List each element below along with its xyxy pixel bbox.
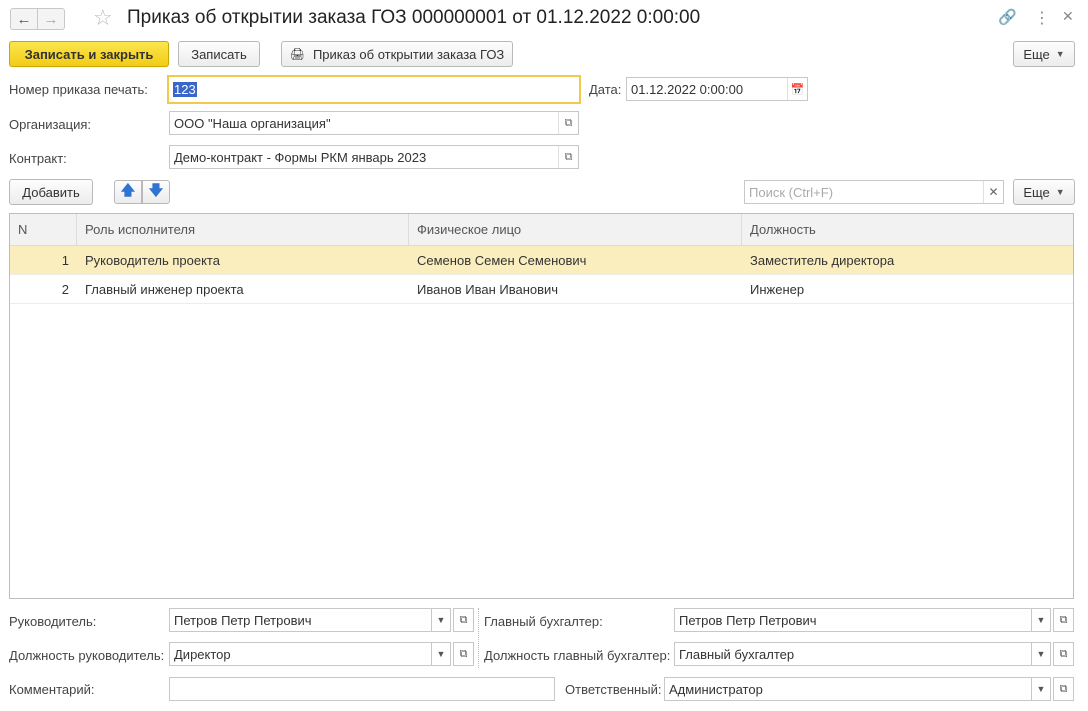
comment-label: Комментарий: (9, 682, 95, 697)
table-more-label: Еще (1023, 184, 1050, 200)
responsible-label: Ответственный: (565, 682, 662, 697)
print-order-button[interactable]: 🖨 Приказ об открытии заказа ГОЗ (281, 41, 513, 67)
open-icon: ⧉ (1059, 647, 1068, 660)
responsible-dropdown-button[interactable]: ▼ (1031, 677, 1051, 701)
arrow-down-icon: 🡇 (148, 182, 164, 198)
clear-icon[interactable]: ✕ (983, 181, 1003, 203)
head-position-dropdown-button[interactable]: ▼ (431, 642, 451, 666)
accountant-dropdown-button[interactable]: ▼ (1031, 608, 1051, 632)
more-vertical-icon[interactable]: ⋮ (1034, 8, 1050, 28)
favorite-star-icon[interactable]: ☆ (93, 6, 113, 30)
calendar-icon[interactable]: 📅 (787, 78, 807, 100)
date-input[interactable]: 01.12.2022 0:00:00 📅 (626, 77, 808, 101)
window-title: Приказ об открытии заказа ГОЗ 000000001 … (127, 7, 701, 28)
table-more-button[interactable]: Еще ▼ (1013, 179, 1075, 205)
open-icon[interactable]: ⧉ (558, 146, 578, 168)
caret-down-icon: ▼ (1036, 649, 1046, 659)
accountant-value: Петров Петр Петрович (679, 612, 817, 628)
head-position-open-button[interactable]: ⧉ (453, 642, 474, 666)
accountant-label: Главный бухгалтер: (484, 614, 603, 629)
order-number-input[interactable]: 123 (167, 75, 581, 104)
accountant-position-open-button[interactable]: ⧉ (1053, 642, 1074, 666)
row-role: Главный инженер проекта (85, 282, 244, 297)
contract-label: Контракт: (9, 151, 67, 166)
accountant-open-button[interactable]: ⧉ (1053, 608, 1074, 632)
more-label: Еще (1023, 46, 1050, 62)
order-number-value: 123 (173, 82, 197, 97)
accountant-position-label: Должность главный бухгалтер: (484, 648, 671, 663)
column-header-position[interactable]: Должность (742, 214, 1073, 246)
row-number: 1 (61, 253, 69, 268)
caret-down-icon: ▼ (1055, 49, 1065, 59)
comment-input[interactable] (169, 677, 555, 701)
arrow-right-icon: → (43, 10, 59, 28)
column-separator (478, 608, 479, 668)
caret-down-icon: ▼ (436, 615, 446, 625)
save-button[interactable]: Записать (178, 41, 260, 67)
printer-icon: 🖨 (289, 47, 305, 61)
move-up-button[interactable]: 🡅 (114, 180, 142, 204)
row-number: 2 (61, 282, 69, 297)
column-header-person[interactable]: Физическое лицо (409, 214, 742, 246)
table-row[interactable]: 1 Руководитель проекта Семенов Семен Сем… (10, 246, 1073, 275)
table-row[interactable]: 2 Главный инженер проекта Иванов Иван Ив… (10, 275, 1073, 304)
caret-down-icon: ▼ (1036, 684, 1046, 694)
close-icon[interactable]: ✕ (1062, 8, 1074, 25)
head-position-field[interactable]: Директор (169, 642, 432, 666)
caret-down-icon: ▼ (1036, 615, 1046, 625)
order-number-label: Номер приказа печать: (9, 82, 148, 97)
head-dropdown-button[interactable]: ▼ (431, 608, 451, 632)
responsible-open-button[interactable]: ⧉ (1053, 677, 1074, 701)
forward-button[interactable]: → (37, 8, 65, 30)
responsible-field[interactable]: Администратор (664, 677, 1032, 701)
more-button[interactable]: Еще ▼ (1013, 41, 1075, 67)
search-input[interactable]: Поиск (Ctrl+F) ✕ (744, 180, 1004, 204)
print-order-label: Приказ об открытии заказа ГОЗ (312, 46, 505, 62)
row-role: Руководитель проекта (85, 253, 220, 268)
organization-value: ООО "Наша организация" (174, 115, 331, 131)
head-position-value: Директор (174, 646, 231, 662)
head-label: Руководитель: (9, 614, 97, 629)
accountant-position-dropdown-button[interactable]: ▼ (1031, 642, 1051, 666)
row-person: Семенов Семен Семенович (417, 253, 587, 268)
organization-label: Организация: (9, 117, 92, 132)
row-position: Заместитель директора (750, 253, 895, 268)
organization-field[interactable]: ООО "Наша организация" ⧉ (169, 111, 579, 135)
caret-down-icon: ▼ (436, 649, 446, 659)
open-icon: ⧉ (1059, 682, 1068, 695)
caret-down-icon: ▼ (1055, 187, 1065, 197)
head-open-button[interactable]: ⧉ (453, 608, 474, 632)
add-button[interactable]: Добавить (9, 179, 93, 205)
head-position-label: Должность руководитель: (9, 648, 165, 663)
arrow-left-icon: ← (16, 10, 32, 28)
date-value: 01.12.2022 0:00:00 (631, 81, 744, 97)
save-and-close-button[interactable]: Записать и закрыть (9, 41, 169, 67)
accountant-field[interactable]: Петров Петр Петрович (674, 608, 1032, 632)
row-person: Иванов Иван Иванович (417, 282, 559, 297)
open-icon[interactable]: ⧉ (558, 112, 578, 134)
open-icon: ⧉ (1059, 613, 1068, 626)
arrow-up-icon: 🡅 (120, 182, 136, 198)
move-down-button[interactable]: 🡇 (142, 180, 170, 204)
open-icon: ⧉ (459, 647, 468, 660)
open-icon: ⧉ (459, 613, 468, 626)
search-placeholder: Поиск (Ctrl+F) (749, 184, 834, 200)
contract-field[interactable]: Демо-контракт - Формы РКМ январь 2023 ⧉ (169, 145, 579, 169)
head-value: Петров Петр Петрович (174, 612, 312, 628)
contract-value: Демо-контракт - Формы РКМ январь 2023 (174, 149, 427, 165)
back-button[interactable]: ← (10, 8, 38, 30)
table-header: N Роль исполнителя Физическое лицо Должн… (10, 214, 1073, 246)
head-field[interactable]: Петров Петр Петрович (169, 608, 432, 632)
accountant-position-value: Главный бухгалтер (679, 646, 795, 662)
executors-table[interactable]: N Роль исполнителя Физическое лицо Должн… (9, 213, 1074, 599)
responsible-value: Администратор (669, 681, 763, 697)
column-header-n[interactable]: N (10, 214, 77, 246)
row-position: Инженер (750, 282, 805, 297)
column-header-role[interactable]: Роль исполнителя (77, 214, 409, 246)
link-icon[interactable]: 🔗 (998, 8, 1017, 26)
date-label: Дата: (589, 82, 622, 97)
accountant-position-field[interactable]: Главный бухгалтер (674, 642, 1032, 666)
